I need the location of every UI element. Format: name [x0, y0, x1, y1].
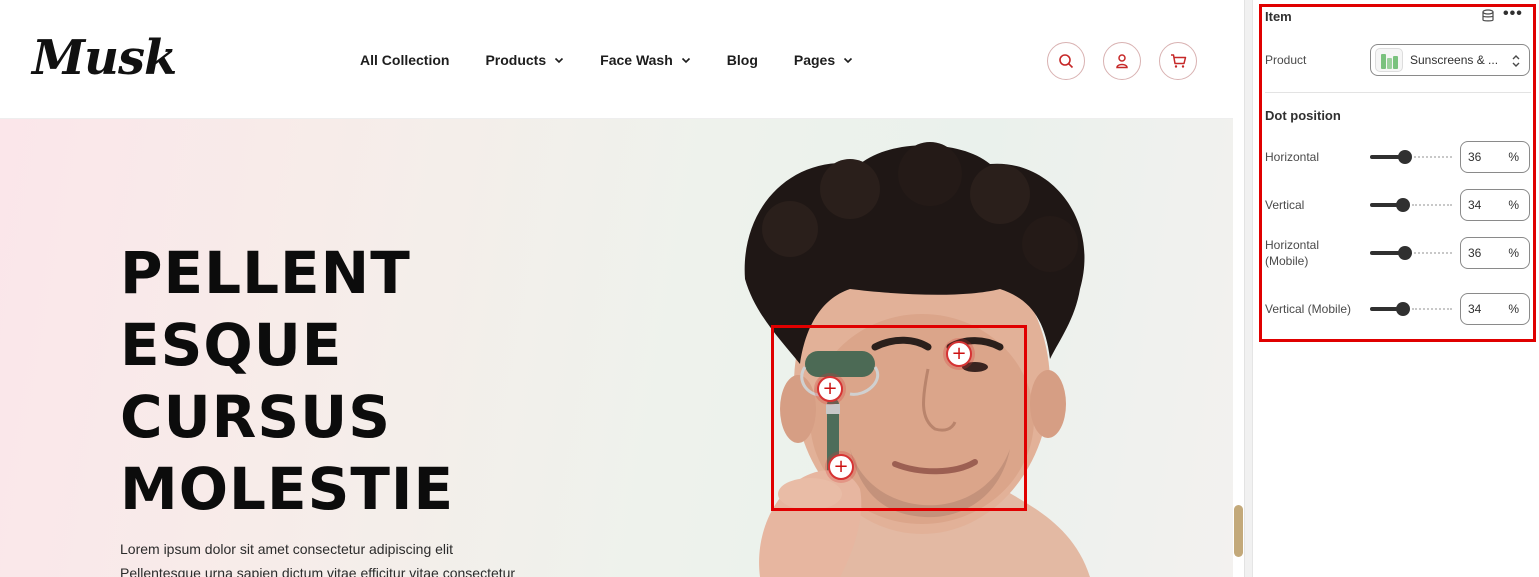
hero-title-line: MOLESTIE [120, 455, 455, 523]
hotspot-dot[interactable]: + [828, 454, 854, 480]
horizontal-mobile-input[interactable]: 36% [1460, 237, 1530, 269]
field-value: 34 [1468, 198, 1482, 212]
hero-description-line: Pellentesque urna sapien dictum vitae ef… [120, 565, 516, 577]
search-icon [1059, 54, 1074, 69]
field-value: 36 [1468, 246, 1482, 260]
hotspot-dot[interactable]: + [946, 341, 972, 367]
nav-item-label: Face Wash [600, 52, 673, 68]
nav-item-products[interactable]: Products [485, 52, 564, 68]
nav-item-pages[interactable]: Pages [794, 52, 853, 68]
preview-scrollbar-thumb[interactable] [1234, 505, 1243, 557]
horizontal-mobile-slider[interactable] [1370, 246, 1452, 260]
user-icon [1116, 54, 1128, 69]
hero-title-line: PELLENT [120, 239, 411, 307]
slider-track-fill [1370, 155, 1400, 159]
vertical-mobile-slider[interactable] [1370, 302, 1452, 316]
field-value: 36 [1468, 150, 1482, 164]
hotspot-selection-outline [771, 325, 1027, 511]
slider-track-fill [1370, 251, 1400, 255]
hero-banner: PELLENT ESQUE CURSUS MOLESTIE Lorem ipsu… [0, 119, 1233, 577]
product-picker[interactable]: Sunscreens & ... [1370, 44, 1530, 76]
unit-label: % [1508, 302, 1519, 316]
product-label: Product [1265, 53, 1307, 67]
panel-divider [1265, 92, 1531, 93]
more-options-icon[interactable]: ••• [1503, 5, 1523, 23]
slider-handle[interactable] [1396, 198, 1410, 212]
nav-item-label: Blog [726, 52, 758, 68]
chevron-down-icon [555, 57, 564, 64]
product-thumbnail [1375, 48, 1403, 72]
slider-track-fill [1370, 203, 1398, 207]
account-button[interactable] [1103, 42, 1141, 80]
cart-icon [1170, 54, 1186, 68]
vertical-slider[interactable] [1370, 198, 1452, 212]
chevron-down-icon [681, 57, 690, 64]
slider-handle[interactable] [1396, 302, 1410, 316]
slider-handle[interactable] [1398, 150, 1412, 164]
storefront-preview: Musk All Collection Products Face Wash B… [0, 0, 1245, 577]
panel-header: Item ••• [1265, 5, 1525, 25]
header-actions [1047, 42, 1197, 80]
nav-item-label: All Collection [360, 52, 450, 68]
nav-item-label: Pages [793, 52, 836, 68]
panel-title: Item [1265, 9, 1292, 24]
slider-track [1414, 156, 1452, 158]
nav-item-blog[interactable]: Blog [727, 52, 758, 68]
unit-label: % [1508, 150, 1519, 164]
nav-item-label: Products [485, 52, 547, 68]
horizontal-mobile-label: Horizontal (Mobile) [1265, 238, 1320, 268]
vertical-input[interactable]: 34% [1460, 189, 1530, 221]
nav-item-face-wash[interactable]: Face Wash [600, 52, 691, 68]
hero-title-line: ESQUE [120, 311, 343, 379]
hero-description: Lorem ipsum dolor sit amet consectetur a… [120, 537, 515, 577]
horizontal-label: Horizontal [1265, 150, 1320, 164]
hero-description-line: Lorem ipsum dolor sit amet consectetur a… [120, 541, 454, 557]
hero-title: PELLENT ESQUE CURSUS MOLESTIE [120, 237, 454, 525]
vertical-mobile-input[interactable]: 34% [1460, 293, 1530, 325]
vertical-label: Vertical [1265, 198, 1305, 212]
plus-icon: + [833, 456, 849, 477]
field-value: 34 [1468, 302, 1482, 316]
slider-handle[interactable] [1398, 246, 1412, 260]
plus-icon: + [822, 378, 838, 399]
chevron-up-down-icon [1512, 55, 1520, 67]
hero-title-line: CURSUS [120, 383, 391, 451]
dot-position-heading: Dot position [1265, 108, 1341, 123]
cart-button[interactable] [1159, 42, 1197, 80]
slider-track [1412, 308, 1452, 310]
database-icon[interactable] [1481, 9, 1495, 23]
chevron-down-icon [844, 57, 853, 64]
settings-panel [1252, 0, 1539, 577]
site-header: Musk All Collection Products Face Wash B… [0, 0, 1233, 119]
horizontal-slider[interactable] [1370, 150, 1452, 164]
main-nav: All Collection Products Face Wash Blog P… [360, 52, 889, 68]
slider-track [1412, 204, 1452, 206]
unit-label: % [1508, 246, 1519, 260]
plus-icon: + [951, 343, 967, 364]
search-button[interactable] [1047, 42, 1085, 80]
horizontal-input[interactable]: 36% [1460, 141, 1530, 173]
nav-item-all-collection[interactable]: All Collection [360, 52, 449, 68]
vertical-mobile-label: Vertical (Mobile) [1265, 302, 1352, 316]
site-logo[interactable]: Musk [32, 30, 177, 86]
slider-track [1414, 252, 1452, 254]
product-name: Sunscreens & ... [1410, 53, 1499, 67]
hotspot-dot[interactable]: + [817, 376, 843, 402]
slider-track-fill [1370, 307, 1398, 311]
unit-label: % [1508, 198, 1519, 212]
